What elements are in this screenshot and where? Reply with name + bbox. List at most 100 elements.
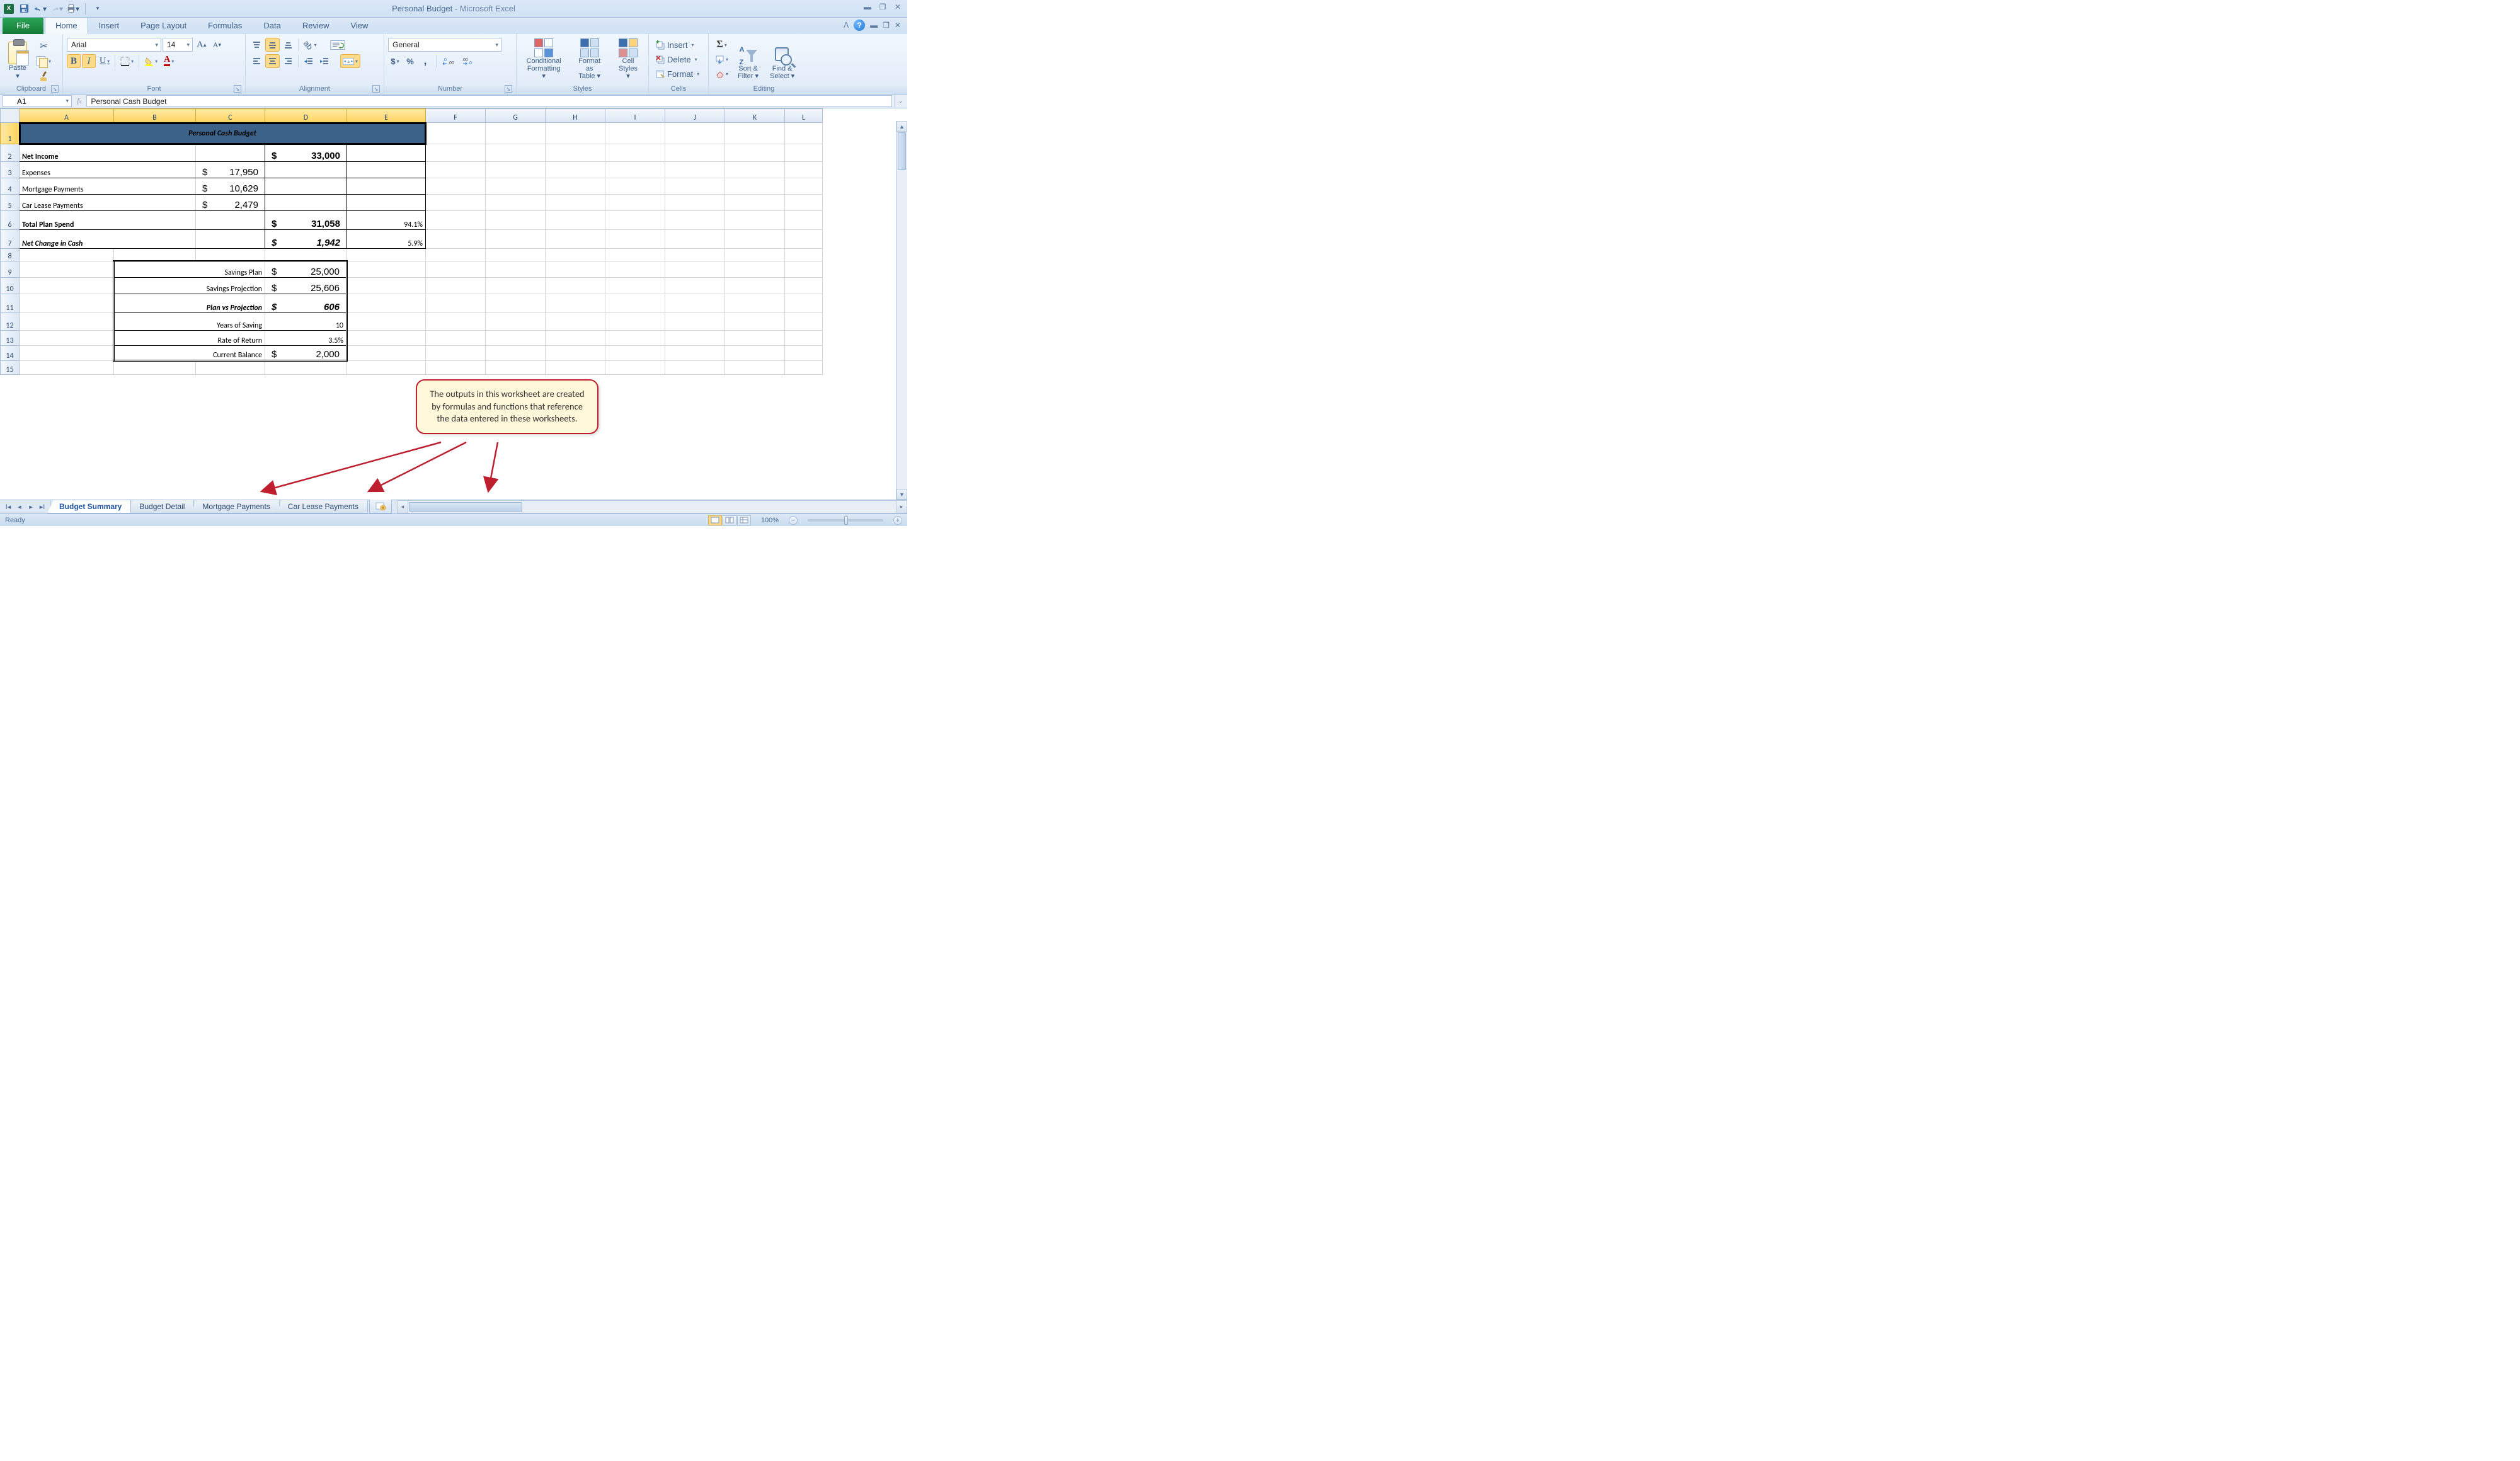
fill-color-button[interactable]: ▾ bbox=[142, 54, 160, 68]
cell-C5[interactable]: $2,479 bbox=[196, 195, 265, 211]
row-7[interactable]: 7 bbox=[1, 230, 20, 249]
select-all-corner[interactable] bbox=[1, 109, 20, 123]
cell-C6[interactable] bbox=[196, 211, 265, 230]
cell-E6[interactable]: 94.1% bbox=[347, 211, 426, 230]
new-sheet-button[interactable] bbox=[369, 500, 392, 513]
row-15[interactable]: 15 bbox=[1, 361, 20, 375]
cell-B10[interactable]: Savings Projection bbox=[114, 278, 265, 294]
fx-button[interactable]: fx bbox=[77, 96, 81, 106]
vscroll-thumb[interactable] bbox=[898, 132, 906, 170]
col-H[interactable]: H bbox=[546, 109, 605, 123]
font-name-combo[interactable]: Arial▾ bbox=[67, 38, 161, 52]
save-button[interactable] bbox=[18, 3, 30, 15]
vertical-scrollbar[interactable]: ▲ ▼ bbox=[896, 121, 907, 500]
restore-button[interactable]: ❐ bbox=[877, 3, 888, 11]
cell-D9[interactable]: $25,000 bbox=[265, 261, 347, 278]
tab-view[interactable]: View bbox=[340, 17, 379, 34]
row-5[interactable]: 5 bbox=[1, 195, 20, 211]
number-format-combo[interactable]: General▾ bbox=[388, 38, 501, 52]
row-12[interactable]: 12 bbox=[1, 313, 20, 331]
zoom-in-button[interactable]: + bbox=[893, 516, 902, 525]
row-9[interactable]: 9 bbox=[1, 261, 20, 278]
cell-D11[interactable]: $606 bbox=[265, 294, 347, 313]
clipboard-launcher[interactable]: ↘ bbox=[51, 85, 59, 93]
zoom-slider[interactable] bbox=[808, 519, 883, 522]
decrease-decimal-button[interactable]: .00.0 bbox=[459, 54, 477, 68]
name-box[interactable]: A1▾ bbox=[3, 95, 72, 107]
number-launcher[interactable]: ↘ bbox=[505, 85, 512, 93]
row-3[interactable]: 3 bbox=[1, 162, 20, 178]
cell-D4[interactable] bbox=[265, 178, 347, 195]
comma-button[interactable]: , bbox=[418, 54, 432, 68]
cell-C3[interactable]: $17,950 bbox=[196, 162, 265, 178]
cell-E5[interactable] bbox=[347, 195, 426, 211]
col-K[interactable]: K bbox=[725, 109, 785, 123]
minimize-button[interactable]: ▬ bbox=[862, 3, 873, 11]
cell-A6[interactable]: Total Plan Spend bbox=[20, 211, 196, 230]
grow-font-button[interactable]: A▴ bbox=[194, 38, 209, 52]
cell-D13[interactable]: 3.5% bbox=[265, 331, 347, 346]
shrink-font-button[interactable]: A▾ bbox=[210, 38, 224, 52]
cell-E4[interactable] bbox=[347, 178, 426, 195]
find-select-button[interactable]: Find &Select ▾ bbox=[765, 35, 799, 82]
autosum-button[interactable]: Σ▾ bbox=[713, 38, 731, 52]
row-8[interactable]: 8 bbox=[1, 249, 20, 261]
col-B[interactable]: B bbox=[114, 109, 196, 123]
scroll-right-button[interactable]: ▸ bbox=[896, 501, 907, 513]
underline-button[interactable]: U▾ bbox=[97, 54, 112, 68]
merge-center-button[interactable]: a ▾ bbox=[340, 54, 360, 68]
cell-A2[interactable]: Net Income bbox=[20, 144, 196, 162]
cell-C7[interactable] bbox=[196, 230, 265, 249]
tab-insert[interactable]: Insert bbox=[88, 17, 130, 34]
formula-input[interactable]: Personal Cash Budget bbox=[86, 95, 892, 107]
cell-B13[interactable]: Rate of Return bbox=[114, 331, 265, 346]
col-C[interactable]: C bbox=[196, 109, 265, 123]
borders-button[interactable]: ▾ bbox=[118, 54, 136, 68]
cell-D6[interactable]: $31,058 bbox=[265, 211, 347, 230]
cell-C4[interactable]: $10,629 bbox=[196, 178, 265, 195]
fill-button[interactable]: ▾ bbox=[713, 52, 731, 66]
italic-button[interactable]: I bbox=[82, 54, 96, 68]
increase-indent-button[interactable] bbox=[317, 54, 331, 68]
cell-E2[interactable] bbox=[347, 144, 426, 162]
hscroll-thumb[interactable] bbox=[409, 502, 522, 512]
wrap-text-button[interactable] bbox=[328, 38, 348, 52]
col-L[interactable]: L bbox=[785, 109, 823, 123]
help-icon[interactable]: ? bbox=[854, 20, 865, 31]
sheet-tab-budget-detail[interactable]: Budget Detail bbox=[127, 500, 194, 513]
percent-button[interactable]: % bbox=[403, 54, 417, 68]
format-painter-button[interactable] bbox=[34, 69, 54, 83]
clear-button[interactable]: ▾ bbox=[713, 67, 731, 81]
copy-button[interactable]: ▾ bbox=[34, 54, 54, 68]
worksheet-grid[interactable]: A B C D E F G H I J K L 1 Personal Cash … bbox=[0, 108, 907, 500]
horizontal-scrollbar[interactable]: ◂ ▸ bbox=[397, 500, 907, 513]
align-right-button[interactable] bbox=[281, 54, 295, 68]
first-sheet-button[interactable]: I◂ bbox=[4, 503, 13, 511]
align-top-button[interactable] bbox=[249, 38, 264, 52]
mdi-restore-button[interactable]: ❐ bbox=[883, 21, 890, 30]
paste-button[interactable]: Paste ▾ bbox=[4, 35, 32, 82]
tab-formulas[interactable]: Formulas bbox=[197, 17, 253, 34]
last-sheet-button[interactable]: ▸I bbox=[38, 503, 47, 511]
cell-D7[interactable]: $1,942 bbox=[265, 230, 347, 249]
mdi-close-button[interactable]: ✕ bbox=[895, 21, 901, 30]
tab-review[interactable]: Review bbox=[292, 17, 340, 34]
cell-B12[interactable]: Years of Saving bbox=[114, 313, 265, 331]
cell-A7[interactable]: Net Change in Cash bbox=[20, 230, 196, 249]
cut-button[interactable]: ✂ bbox=[34, 39, 54, 53]
col-I[interactable]: I bbox=[605, 109, 665, 123]
row-13[interactable]: 13 bbox=[1, 331, 20, 346]
conditional-formatting-button[interactable]: ConditionalFormatting ▾ bbox=[520, 35, 567, 82]
cell-C2[interactable] bbox=[196, 144, 265, 162]
font-size-combo[interactable]: 14▾ bbox=[163, 38, 193, 52]
align-center-button[interactable] bbox=[265, 54, 280, 68]
minimize-ribbon-button[interactable]: ᐱ bbox=[844, 21, 849, 30]
font-color-button[interactable]: A ▾ bbox=[161, 54, 176, 68]
col-J[interactable]: J bbox=[665, 109, 725, 123]
cell-E7[interactable]: 5.9% bbox=[347, 230, 426, 249]
bold-button[interactable]: B bbox=[67, 54, 81, 68]
tab-file[interactable]: File bbox=[3, 18, 43, 34]
quick-print-button[interactable]: ▾ bbox=[67, 3, 79, 15]
cell-A1[interactable]: Personal Cash Budget bbox=[20, 123, 426, 144]
col-D[interactable]: D bbox=[265, 109, 347, 123]
